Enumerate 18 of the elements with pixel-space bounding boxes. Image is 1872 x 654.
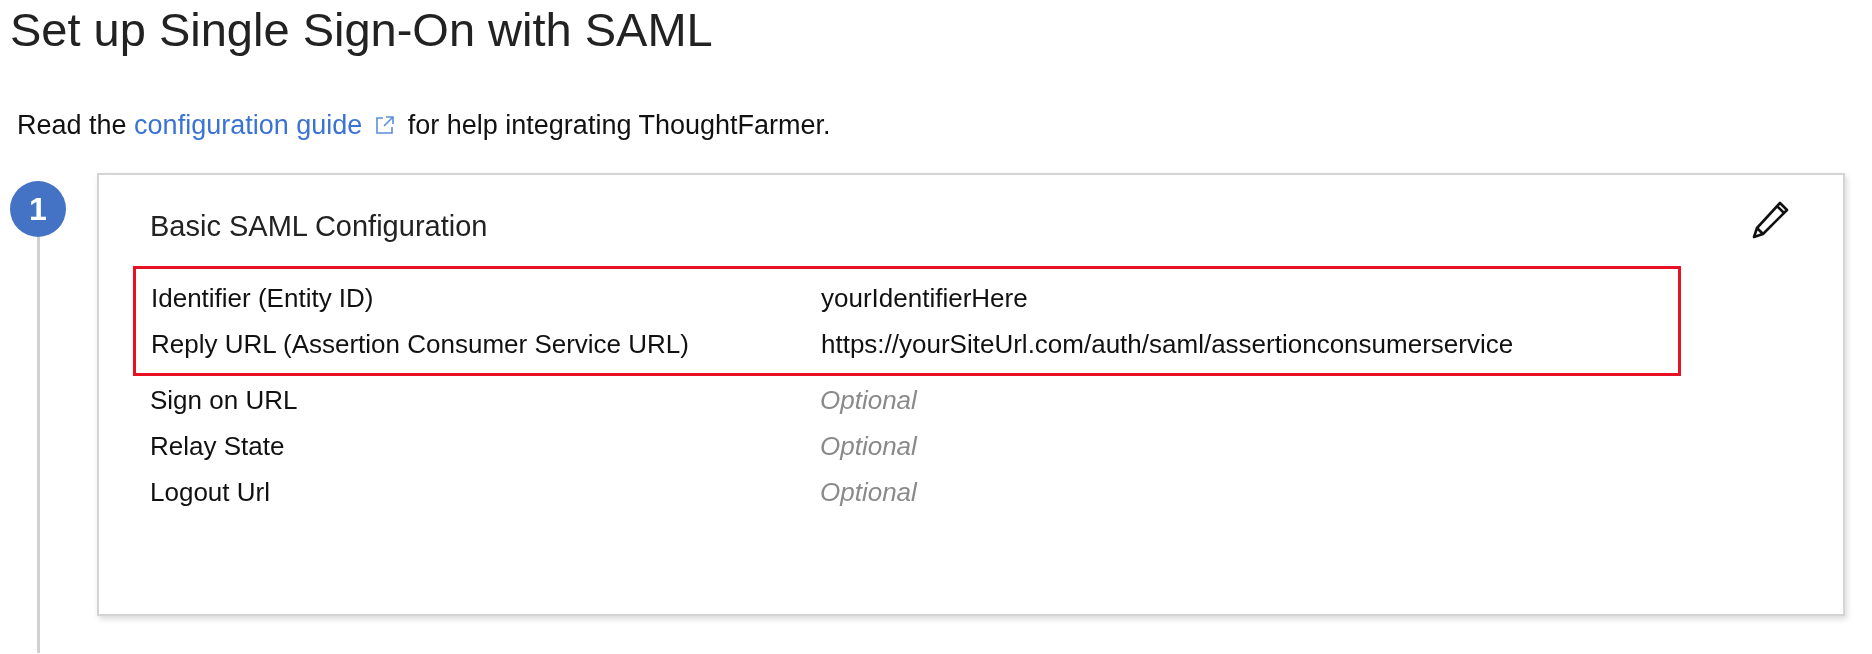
placeholder-text: Optional: [820, 384, 917, 417]
field-value: https://yourSiteUrl.com/auth/saml/assertionconsumerservice: [821, 328, 1515, 361]
field-label: Sign on URL: [150, 384, 299, 417]
step-number-badge: 1: [10, 181, 66, 237]
configuration-guide-link[interactable]: configuration guide: [134, 108, 363, 142]
placeholder-text: Optional: [820, 476, 917, 509]
intro-text: Read the: [17, 109, 128, 142]
field-label: Relay State: [150, 430, 286, 463]
field-label: Logout Url: [150, 476, 271, 509]
placeholder-text: Optional: [820, 430, 917, 463]
page-title: Set up Single Sign-On with SAML: [10, 2, 713, 58]
field-value: yourIdentifierHere: [821, 282, 1029, 315]
external-link-icon: [374, 114, 397, 136]
edit-icon[interactable]: [1751, 199, 1791, 239]
card-title: Basic SAML Configuration: [150, 209, 488, 244]
field-label: Reply URL (Assertion Consumer Service URL): [151, 328, 690, 361]
intro-text: for help integrating ThoughtFarmer.: [406, 109, 831, 142]
field-label: Identifier (Entity ID): [151, 282, 375, 315]
